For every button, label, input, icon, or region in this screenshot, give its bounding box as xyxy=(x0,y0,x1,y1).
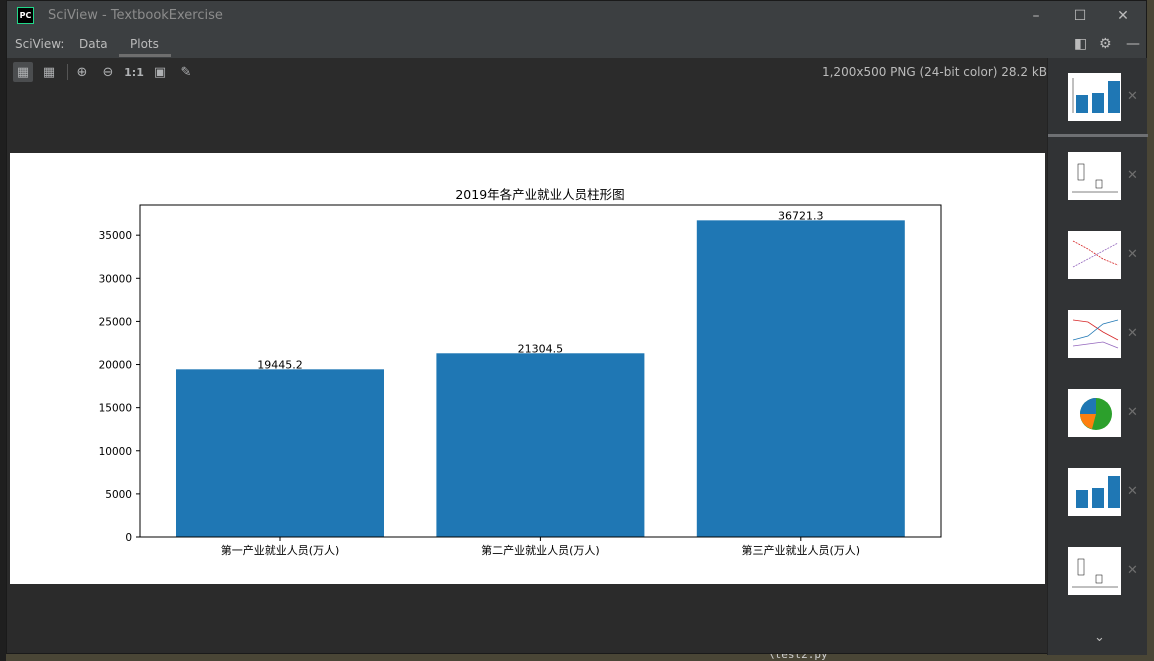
plot-thumbnail-boxplot-2[interactable] xyxy=(1068,547,1121,595)
bar-chart: 2019年各产业就业人员柱形图 19445.2 21304.5 36721.3 0 5… xyxy=(99,187,942,557)
plot-canvas: 2019年各产业就业人员柱形图 19445.2 21304.5 36721.3 0 5… xyxy=(10,153,1045,584)
y-tick-label: 35000 xyxy=(99,230,132,242)
fit-image-icon[interactable]: ▣ xyxy=(150,62,170,82)
actual-size-button[interactable]: 1:1 xyxy=(124,62,144,82)
close-thumbnail-icon[interactable]: ✕ xyxy=(1127,563,1138,578)
plot-thumbnail-bar-2[interactable] xyxy=(1068,468,1121,516)
color-picker-icon[interactable]: ✎ xyxy=(176,62,196,82)
pycharm-app-icon: PC xyxy=(17,7,34,24)
tab-data[interactable]: Data xyxy=(79,37,108,51)
bar xyxy=(696,220,905,537)
x-tick-label: 第二产业就业人员(万人) xyxy=(481,543,600,557)
close-thumbnail-icon[interactable]: ✕ xyxy=(1127,168,1138,183)
sciview-label: SciView: xyxy=(15,37,65,51)
x-tick-label: 第一产业就业人员(万人) xyxy=(221,543,340,557)
y-tick-label: 5000 xyxy=(105,489,132,501)
plot-thumbnail-bar[interactable] xyxy=(1068,73,1121,121)
gear-icon[interactable]: ⚙ xyxy=(1099,36,1112,52)
hide-icon[interactable]: — xyxy=(1126,36,1140,52)
chessboard-icon[interactable]: ▦ xyxy=(13,62,33,82)
minimize-icon[interactable]: – xyxy=(1025,5,1047,27)
bar xyxy=(176,369,384,537)
window-title: SciView - TextbookExercise xyxy=(48,8,223,23)
plot-thumbnail-multiline[interactable] xyxy=(1068,310,1121,358)
close-thumbnail-icon[interactable]: ✕ xyxy=(1127,405,1138,420)
active-tab-indicator xyxy=(119,54,171,57)
data-label: 21304.5 xyxy=(518,342,564,355)
bar xyxy=(436,353,645,537)
plot-thumbnail-pie[interactable] xyxy=(1068,389,1121,437)
plot-thumbnail-boxplot[interactable] xyxy=(1068,152,1121,200)
zoom-out-icon[interactable]: ⊖ xyxy=(98,62,118,82)
chart-title: 2019年各产业就业人员柱形图 xyxy=(455,187,624,202)
plots-thumbnail-panel: ✕ ✕ ✕ ✕ ✕ ✕ ✕ ⌄ xyxy=(1047,58,1148,655)
close-thumbnail-icon[interactable]: ✕ xyxy=(1127,89,1138,104)
y-tick-label: 25000 xyxy=(99,316,132,328)
sciview-window: PC SciView - TextbookExercise – ☐ ✕ SciV… xyxy=(6,0,1148,655)
title-bar[interactable]: PC SciView - TextbookExercise – ☐ ✕ xyxy=(7,1,1146,31)
y-tick-label: 15000 xyxy=(99,403,132,415)
tab-plots[interactable]: Plots xyxy=(130,37,159,51)
data-label: 36721.3 xyxy=(778,209,824,222)
close-thumbnail-icon[interactable]: ✕ xyxy=(1127,326,1138,341)
close-thumbnail-icon[interactable]: ✕ xyxy=(1127,247,1138,262)
zoom-in-icon[interactable]: ⊕ xyxy=(72,62,92,82)
x-tick-label: 第三产业就业人员(万人) xyxy=(742,543,861,557)
layout-icon[interactable]: ◧ xyxy=(1074,36,1087,52)
y-tick-label: 10000 xyxy=(99,446,132,458)
maximize-icon[interactable]: ☐ xyxy=(1069,5,1091,27)
y-tick-label: 20000 xyxy=(99,360,132,372)
thumbnail-selection-divider xyxy=(1048,134,1148,137)
y-tick-label: 0 xyxy=(125,532,132,544)
toolbar-separator xyxy=(67,64,68,80)
data-label: 19445.2 xyxy=(257,358,303,371)
sciview-tab-bar: SciView: Data Plots ◧ ⚙ — xyxy=(7,31,1146,58)
image-info: 1,200x500 PNG (24-bit color) 28.2 kB xyxy=(821,65,1047,79)
close-thumbnail-icon[interactable]: ✕ xyxy=(1127,484,1138,499)
y-tick-label: 30000 xyxy=(99,273,132,285)
plot-toolbar: ▦ ▦ ⊕ ⊖ 1:1 ▣ ✎ 1,200x500 PNG (24-bit co… xyxy=(7,58,1047,86)
grid-icon[interactable]: ▦ xyxy=(39,62,59,82)
plot-thumbnail-line[interactable] xyxy=(1068,231,1121,279)
close-icon[interactable]: ✕ xyxy=(1112,5,1134,27)
chevron-down-icon[interactable]: ⌄ xyxy=(1094,630,1105,645)
